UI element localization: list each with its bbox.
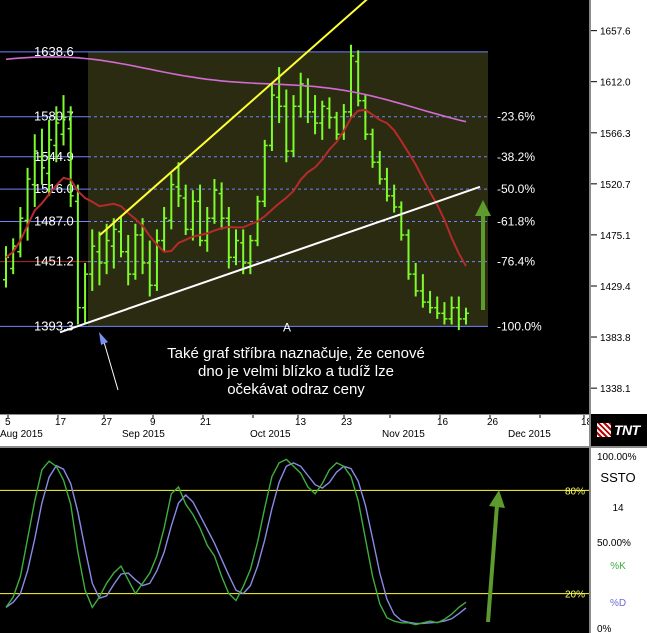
x-tick-label: 13 [295,417,307,428]
x-tick-label: 17 [55,417,67,428]
ssto-axis-label: 0% [597,624,612,633]
x-axis-top-border [0,414,590,415]
x-month-label: Oct 2015 [250,429,291,440]
x-month-label: Dec 2015 [508,429,551,440]
x-tick-label: 27 [101,417,113,428]
fib-price-label: 1393.3 [34,318,74,333]
ssto-arrow-shaft [486,504,499,623]
y-tick-label: 1338.1 [600,384,631,395]
ssto-k-line [5,458,467,626]
x-tick-label: 9 [150,417,156,428]
y-tick-label: 1383.8 [600,333,631,344]
legend-d: %D [609,598,627,609]
fib-price-label: 1580.7 [34,109,74,124]
y-tick-label: 1520.7 [600,180,631,191]
fib-price-label: 1451.2 [34,254,74,269]
chart-window: 1657.6 1612.0 1566.3 1520.7 1475.1 1429.4 1383… [0,0,647,633]
x-tick-label: 16 [437,417,449,428]
x-tick-label: 23 [341,417,353,428]
ssto-axis-label: 100.00% [597,452,637,463]
panel-divider[interactable] [0,446,647,448]
x-month-label: Nov 2015 [382,429,425,440]
point-a-label: A [283,320,291,334]
x-month-label: Aug 2015 [0,429,43,440]
ssto-arrow-head [489,490,505,508]
x-tick-label: 21 [200,417,212,428]
y-tick-label: 1612.0 [600,78,631,89]
fib-pct-label: -23.6% [497,110,535,124]
brand-logo: TNT [597,421,647,441]
ssto-axis-label: 50.00% [597,538,631,549]
pointer-line [103,341,119,391]
y-tick-label: 1429.4 [600,282,631,293]
annotation-line-1: Také graf stříbra naznačuje, že cenové [167,345,425,362]
fib-pct-label: -76.4% [497,255,535,269]
annotation-line-2: dno je velmi blízko a tudíž lze [198,363,394,380]
annotation-text: Také graf stříbra naznačuje, že cenové d… [160,345,432,399]
brand-name: TNT [614,422,640,438]
y-tick-label: 1475.1 [600,231,631,242]
indicator-name: SSTO [600,470,636,485]
indicator-period: 14 [612,503,624,514]
legend-k: %K [610,561,626,572]
right-axis-border [589,0,591,633]
fib-pct-label: -61.8% [497,215,535,229]
brand-hatch-icon [597,423,611,437]
x-tick-label: 5 [5,417,11,428]
chart-svg[interactable]: 1657.6 1612.0 1566.3 1520.7 1475.1 1429.4 1383… [0,0,647,633]
fib-pct-label: -50.0% [497,182,535,196]
point-b-label: B [283,39,291,53]
y-tick-label: 1566.3 [600,129,631,140]
annotation-line-3: očekávat odraz ceny [227,381,365,398]
x-month-label: Sep 2015 [122,429,165,440]
x-tick-label: 26 [487,417,499,428]
pointer-arrow-head [99,332,108,345]
fib-price-label: 1487.0 [34,214,74,229]
y-tick-label: 1657.6 [600,27,631,38]
ssto-level-label: 20% [565,590,585,601]
ssto-level-label: 80% [565,486,585,497]
fib-pct-label: -100.0% [497,319,542,333]
price-axis-panel [591,0,647,414]
fib-pct-label: -38.2% [497,150,535,164]
